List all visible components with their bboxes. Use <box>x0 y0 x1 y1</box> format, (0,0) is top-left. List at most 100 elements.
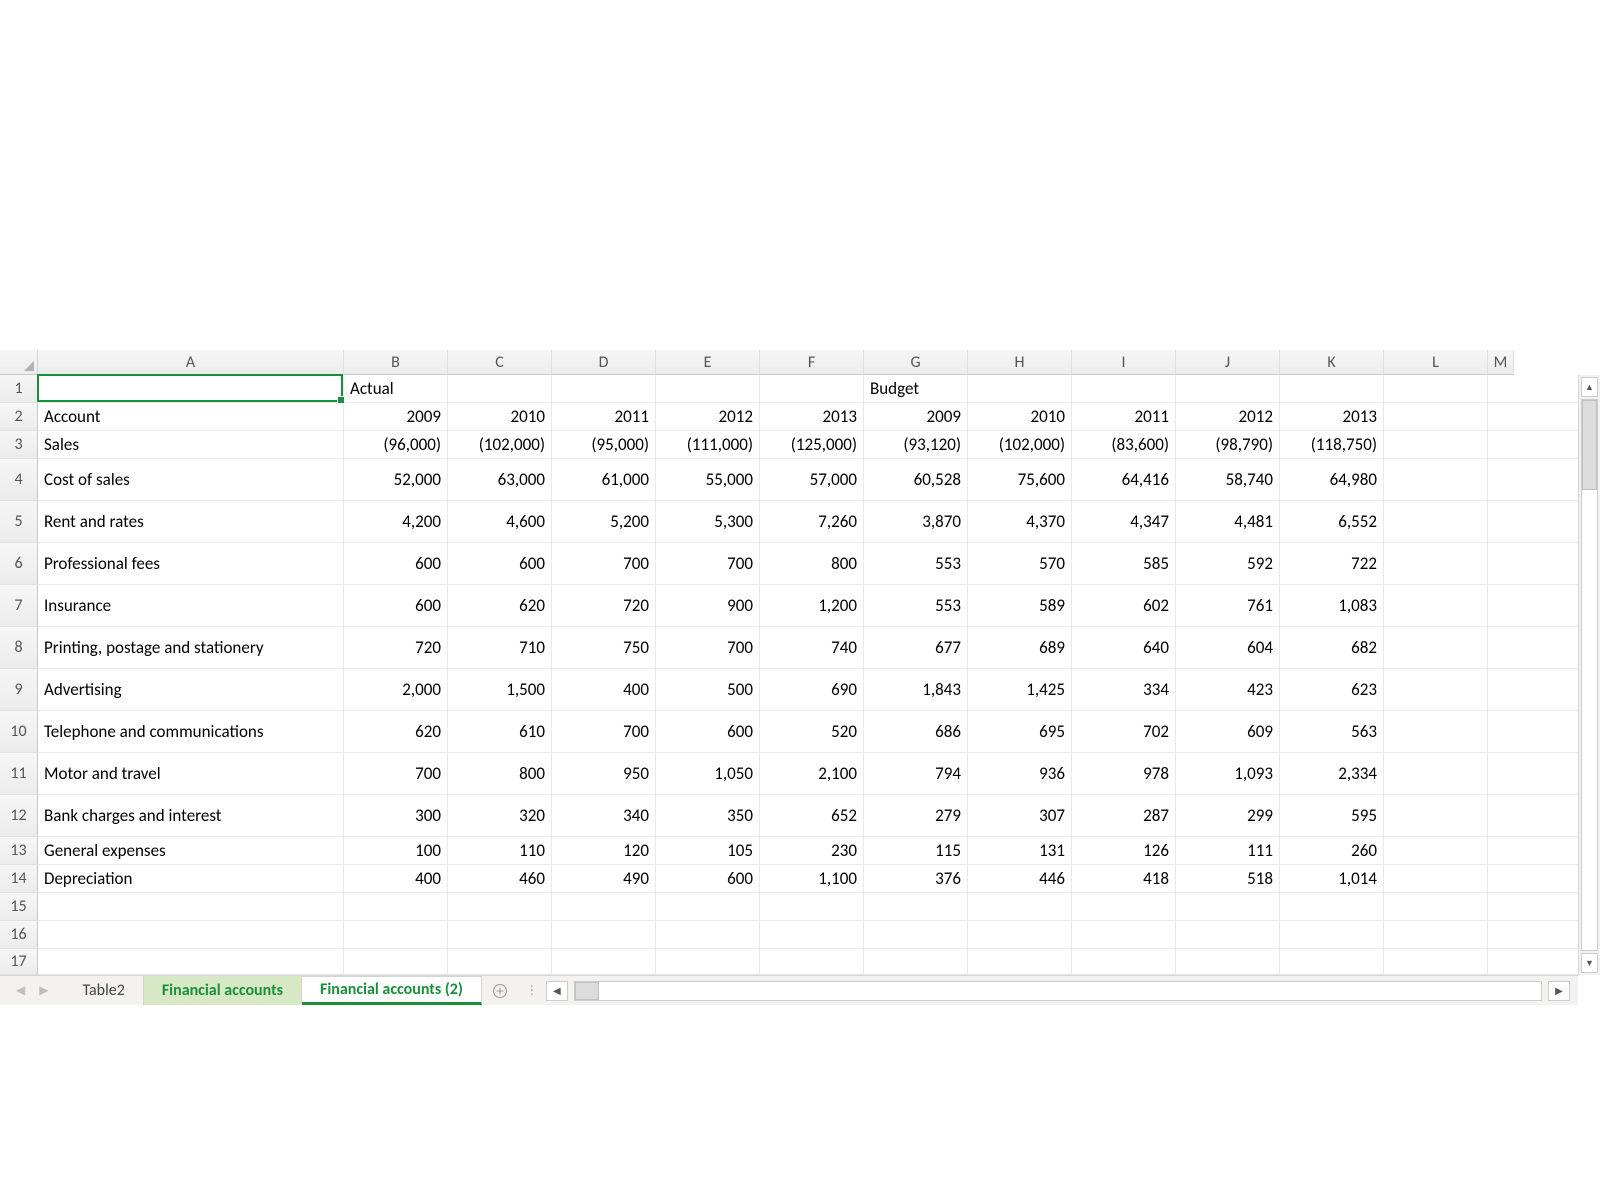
cell-B9[interactable]: 2,000 <box>344 669 448 710</box>
vscroll-track[interactable] <box>1581 399 1598 951</box>
cell-G13[interactable]: 115 <box>864 837 968 864</box>
cell-H1[interactable] <box>968 375 1072 402</box>
cell-E6[interactable]: 700 <box>656 543 760 584</box>
cell-D5[interactable]: 5,200 <box>552 501 656 542</box>
cell-A17[interactable] <box>38 949 344 974</box>
cell-F8[interactable]: 740 <box>760 627 864 668</box>
row-header-17[interactable]: 17 <box>0 949 38 975</box>
vscroll-up-button[interactable]: ▲ <box>1581 377 1598 397</box>
cell-A1[interactable] <box>38 375 344 402</box>
cell-G3[interactable]: (93,120) <box>864 431 968 458</box>
cell-L1[interactable] <box>1384 375 1488 402</box>
row-header-1[interactable]: 1 <box>0 375 38 403</box>
cell-G16[interactable] <box>864 921 968 948</box>
cell-E3[interactable]: (111,000) <box>656 431 760 458</box>
cell-I8[interactable]: 640 <box>1072 627 1176 668</box>
cell-D12[interactable]: 340 <box>552 795 656 836</box>
row-header-14[interactable]: 14 <box>0 865 38 893</box>
cell-A14-label[interactable]: Depreciation <box>38 865 344 892</box>
cell-H12[interactable]: 307 <box>968 795 1072 836</box>
cell-G15[interactable] <box>864 893 968 920</box>
cell-K7[interactable]: 1,083 <box>1280 585 1384 626</box>
cell-I2[interactable]: 2011 <box>1072 403 1176 430</box>
row-header-7[interactable]: 7 <box>0 585 38 627</box>
row-header-16[interactable]: 16 <box>0 921 38 949</box>
cell-F5[interactable]: 7,260 <box>760 501 864 542</box>
cell-G7[interactable]: 553 <box>864 585 968 626</box>
cell-L10[interactable] <box>1384 711 1488 752</box>
cell-L3[interactable] <box>1384 431 1488 458</box>
cell-B11[interactable]: 700 <box>344 753 448 794</box>
cell-G12[interactable]: 279 <box>864 795 968 836</box>
cell-G8[interactable]: 677 <box>864 627 968 668</box>
cell-H17[interactable] <box>968 949 1072 974</box>
cell-J15[interactable] <box>1176 893 1280 920</box>
cell-D15[interactable] <box>552 893 656 920</box>
cell-B16[interactable] <box>344 921 448 948</box>
cell-F4[interactable]: 57,000 <box>760 459 864 500</box>
cell-K8[interactable]: 682 <box>1280 627 1384 668</box>
cell-G14[interactable]: 376 <box>864 865 968 892</box>
cell-C16[interactable] <box>448 921 552 948</box>
cell-C12[interactable]: 320 <box>448 795 552 836</box>
cell-I5[interactable]: 4,347 <box>1072 501 1176 542</box>
cell-B3[interactable]: (96,000) <box>344 431 448 458</box>
cell-D4[interactable]: 61,000 <box>552 459 656 500</box>
cell-H4[interactable]: 75,600 <box>968 459 1072 500</box>
cell-F7[interactable]: 1,200 <box>760 585 864 626</box>
column-header-H[interactable]: H <box>968 350 1072 375</box>
select-all-corner[interactable] <box>0 350 38 375</box>
cell-E14[interactable]: 600 <box>656 865 760 892</box>
cell-E5[interactable]: 5,300 <box>656 501 760 542</box>
cell-H14[interactable]: 446 <box>968 865 1072 892</box>
cell-I7[interactable]: 602 <box>1072 585 1176 626</box>
cell-H16[interactable] <box>968 921 1072 948</box>
cell-D6[interactable]: 700 <box>552 543 656 584</box>
cell-L14[interactable] <box>1384 865 1488 892</box>
cell-B8[interactable]: 720 <box>344 627 448 668</box>
cell-B17[interactable] <box>344 949 448 974</box>
cell-H13[interactable]: 131 <box>968 837 1072 864</box>
vscroll-down-button[interactable]: ▼ <box>1581 953 1598 973</box>
row-header-2[interactable]: 2 <box>0 403 38 431</box>
cell-L6[interactable] <box>1384 543 1488 584</box>
cell-I17[interactable] <box>1072 949 1176 974</box>
cell-L9[interactable] <box>1384 669 1488 710</box>
cell-J5[interactable]: 4,481 <box>1176 501 1280 542</box>
cell-G1-budget-header[interactable]: Budget <box>864 375 968 402</box>
cell-B15[interactable] <box>344 893 448 920</box>
tab-nav-prev-icon[interactable]: ◀ <box>16 983 25 998</box>
cell-B1-actual-header[interactable]: Actual <box>344 375 448 402</box>
cell-D9[interactable]: 400 <box>552 669 656 710</box>
cell-G9[interactable]: 1,843 <box>864 669 968 710</box>
cell-G2[interactable]: 2009 <box>864 403 968 430</box>
cell-G4[interactable]: 60,528 <box>864 459 968 500</box>
cell-C9[interactable]: 1,500 <box>448 669 552 710</box>
column-header-M[interactable]: M <box>1488 350 1514 375</box>
cell-C15[interactable] <box>448 893 552 920</box>
add-sheet-button[interactable] <box>482 976 518 1005</box>
cell-C8[interactable]: 710 <box>448 627 552 668</box>
row-header-15[interactable]: 15 <box>0 893 38 921</box>
cell-H6[interactable]: 570 <box>968 543 1072 584</box>
cell-K9[interactable]: 623 <box>1280 669 1384 710</box>
cell-B12[interactable]: 300 <box>344 795 448 836</box>
cell-D1[interactable] <box>552 375 656 402</box>
cell-K6[interactable]: 722 <box>1280 543 1384 584</box>
cell-E8[interactable]: 700 <box>656 627 760 668</box>
cell-F16[interactable] <box>760 921 864 948</box>
cell-K17[interactable] <box>1280 949 1384 974</box>
cell-H9[interactable]: 1,425 <box>968 669 1072 710</box>
cell-L16[interactable] <box>1384 921 1488 948</box>
vscroll-thumb[interactable] <box>1582 400 1597 490</box>
cell-J8[interactable]: 604 <box>1176 627 1280 668</box>
cell-E13[interactable]: 105 <box>656 837 760 864</box>
cell-F15[interactable] <box>760 893 864 920</box>
hscroll-left-button[interactable]: ◀ <box>546 981 568 1001</box>
cell-H15[interactable] <box>968 893 1072 920</box>
cell-C7[interactable]: 620 <box>448 585 552 626</box>
cell-K15[interactable] <box>1280 893 1384 920</box>
row-header-5[interactable]: 5 <box>0 501 38 543</box>
cell-F10[interactable]: 520 <box>760 711 864 752</box>
cell-E17[interactable] <box>656 949 760 974</box>
